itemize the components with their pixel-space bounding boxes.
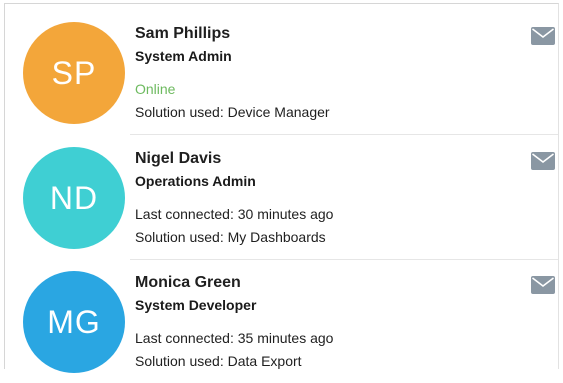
user-status: Last connected: 35 minutes ago <box>135 330 334 346</box>
avatar: MG <box>23 271 125 373</box>
user-name[interactable]: Monica Green <box>135 273 495 293</box>
user-name[interactable]: Nigel Davis <box>135 149 495 169</box>
avatar: SP <box>23 22 125 124</box>
mail-icon[interactable] <box>531 152 555 170</box>
user-card[interactable]: MG Monica Green System Developer Last co… <box>10 259 559 383</box>
mail-icon-graphic <box>531 27 555 45</box>
user-info: Monica Green System Developer Last conne… <box>135 273 495 370</box>
avatar-initials: ND <box>49 179 99 216</box>
mail-icon[interactable] <box>531 276 555 294</box>
user-info: Sam Phillips System Admin Online Solutio… <box>135 24 495 121</box>
user-role: Operations Admin <box>135 173 256 189</box>
user-role: System Admin <box>135 48 232 64</box>
avatar-initials: SP <box>51 54 97 91</box>
user-role: System Developer <box>135 297 257 313</box>
user-card[interactable]: SP Sam Phillips System Admin Online Solu… <box>10 10 559 134</box>
user-status: Online <box>135 81 176 97</box>
user-status: Last connected: 30 minutes ago <box>135 206 334 222</box>
mail-icon[interactable] <box>531 27 555 45</box>
mail-icon-graphic <box>531 276 555 294</box>
user-info: Nigel Davis Operations Admin Last connec… <box>135 149 495 246</box>
avatar-initials: MG <box>47 303 101 340</box>
solution-used: Solution used: My Dashboards <box>135 229 326 245</box>
solution-used: Solution used: Data Export <box>135 353 302 369</box>
user-list: SP Sam Phillips System Admin Online Solu… <box>4 3 559 373</box>
avatar: ND <box>23 147 125 249</box>
user-name[interactable]: Sam Phillips <box>135 24 495 44</box>
solution-used: Solution used: Device Manager <box>135 104 330 120</box>
user-card[interactable]: ND Nigel Davis Operations Admin Last con… <box>10 135 559 259</box>
mail-icon-graphic <box>531 152 555 170</box>
